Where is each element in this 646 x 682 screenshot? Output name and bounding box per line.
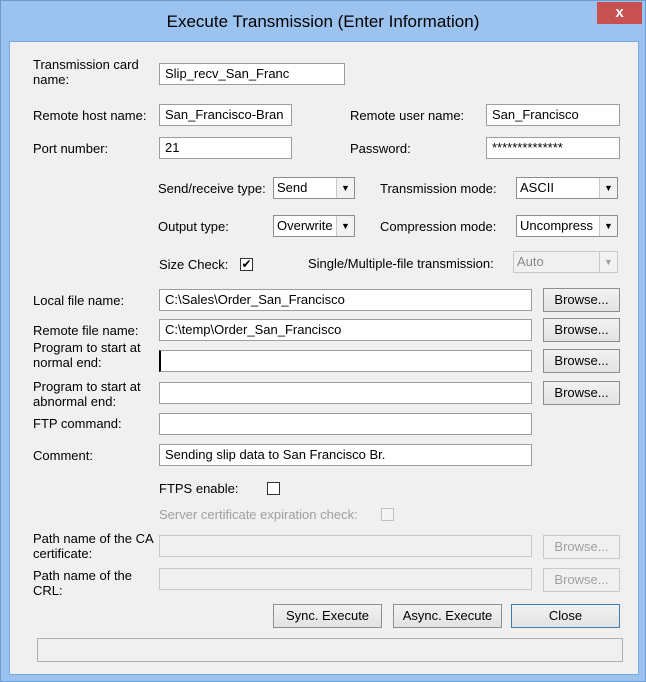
close-window-button[interactable]: x [597, 2, 642, 24]
status-bar [37, 638, 623, 662]
output-type-select[interactable]: Overwrite ▼ [273, 215, 355, 237]
crl-input [159, 568, 532, 590]
browse-local-file-button[interactable]: Browse... [543, 288, 620, 312]
compression-mode-select[interactable]: Uncompress ▼ [516, 215, 618, 237]
ca-cert-label: Path name of the CA certificate: [33, 531, 153, 561]
remote-file-input[interactable]: C:\temp\Order_San_Francisco [159, 319, 532, 341]
compression-mode-value: Uncompress [520, 218, 593, 233]
ftps-enable-checkbox[interactable] [267, 482, 280, 495]
send-receive-type-value: Send [277, 180, 308, 195]
dialog-client-area: Transmission card name: Slip_recv_San_Fr… [9, 41, 639, 675]
port-label: Port number: [33, 141, 109, 156]
send-receive-type-select[interactable]: Send ▼ [273, 177, 355, 199]
output-type-label: Output type: [158, 219, 229, 234]
remote-file-label: Remote file name: [33, 323, 139, 338]
remote-user-input[interactable]: San_Francisco [486, 104, 620, 126]
browse-program-abnormal-button[interactable]: Browse... [543, 381, 620, 405]
send-receive-type-label: Send/receive type: [158, 181, 266, 196]
ftps-enable-label: FTPS enable: [159, 481, 239, 496]
comment-label: Comment: [33, 448, 93, 463]
browse-ca-cert-button: Browse... [543, 535, 620, 559]
compression-mode-label: Compression mode: [380, 219, 497, 234]
card-name-input[interactable]: Slip_recv_San_Franc [159, 63, 345, 85]
crl-label: Path name of the CRL: [33, 568, 133, 598]
program-normal-end-label: Program to start at normal end: [33, 340, 141, 370]
transmission-mode-label: Transmission mode: [380, 181, 497, 196]
chevron-down-icon[interactable]: ▼ [599, 178, 617, 198]
chevron-down-icon: ▼ [599, 252, 617, 272]
single-multiple-select: Auto ▼ [513, 251, 618, 273]
ftp-command-input[interactable] [159, 413, 532, 435]
async-execute-button[interactable]: Async. Execute [393, 604, 502, 628]
program-normal-end-input[interactable] [159, 350, 532, 372]
chevron-down-icon[interactable]: ▼ [336, 178, 354, 198]
chevron-down-icon[interactable]: ▼ [336, 216, 354, 236]
single-multiple-value: Auto [517, 254, 544, 269]
remote-user-label: Remote user name: [350, 108, 465, 123]
chevron-down-icon[interactable]: ▼ [599, 216, 617, 236]
comment-input[interactable]: Sending slip data to San Francisco Br. [159, 444, 532, 466]
program-abnormal-end-input[interactable] [159, 382, 532, 404]
port-input[interactable]: 21 [159, 137, 292, 159]
server-cert-check-label: Server certificate expiration check: [159, 507, 358, 522]
card-name-label: Transmission card name: [33, 57, 139, 87]
check-icon: ✔ [241, 257, 252, 271]
password-label: Password: [350, 141, 411, 156]
output-type-value: Overwrite [277, 218, 333, 233]
size-check-label: Size Check: [159, 257, 229, 272]
transmission-mode-value: ASCII [520, 180, 554, 195]
server-cert-check-checkbox [381, 508, 394, 521]
browse-program-normal-button[interactable]: Browse... [543, 349, 620, 373]
single-multiple-label: Single/Multiple-file transmission: [308, 256, 494, 271]
ftp-command-label: FTP command: [33, 416, 122, 431]
transmission-mode-select[interactable]: ASCII ▼ [516, 177, 618, 199]
browse-remote-file-button[interactable]: Browse... [543, 318, 620, 342]
dialog-window: Execute Transmission (Enter Information)… [0, 0, 646, 682]
window-title: Execute Transmission (Enter Information) [166, 12, 480, 31]
sync-execute-button[interactable]: Sync. Execute [273, 604, 382, 628]
remote-host-input[interactable]: San_Francisco-Bran [159, 104, 292, 126]
browse-crl-button: Browse... [543, 568, 620, 592]
close-button[interactable]: Close [511, 604, 620, 628]
local-file-label: Local file name: [33, 293, 125, 308]
remote-host-label: Remote host name: [33, 108, 147, 123]
program-abnormal-end-label: Program to start at abnormal end: [33, 379, 141, 409]
size-check-checkbox[interactable]: ✔ [240, 258, 253, 271]
local-file-input[interactable]: C:\Sales\Order_San_Francisco [159, 289, 532, 311]
password-input[interactable]: ************** [486, 137, 620, 159]
title-bar[interactable]: Execute Transmission (Enter Information)… [1, 1, 645, 41]
ca-cert-input [159, 535, 532, 557]
